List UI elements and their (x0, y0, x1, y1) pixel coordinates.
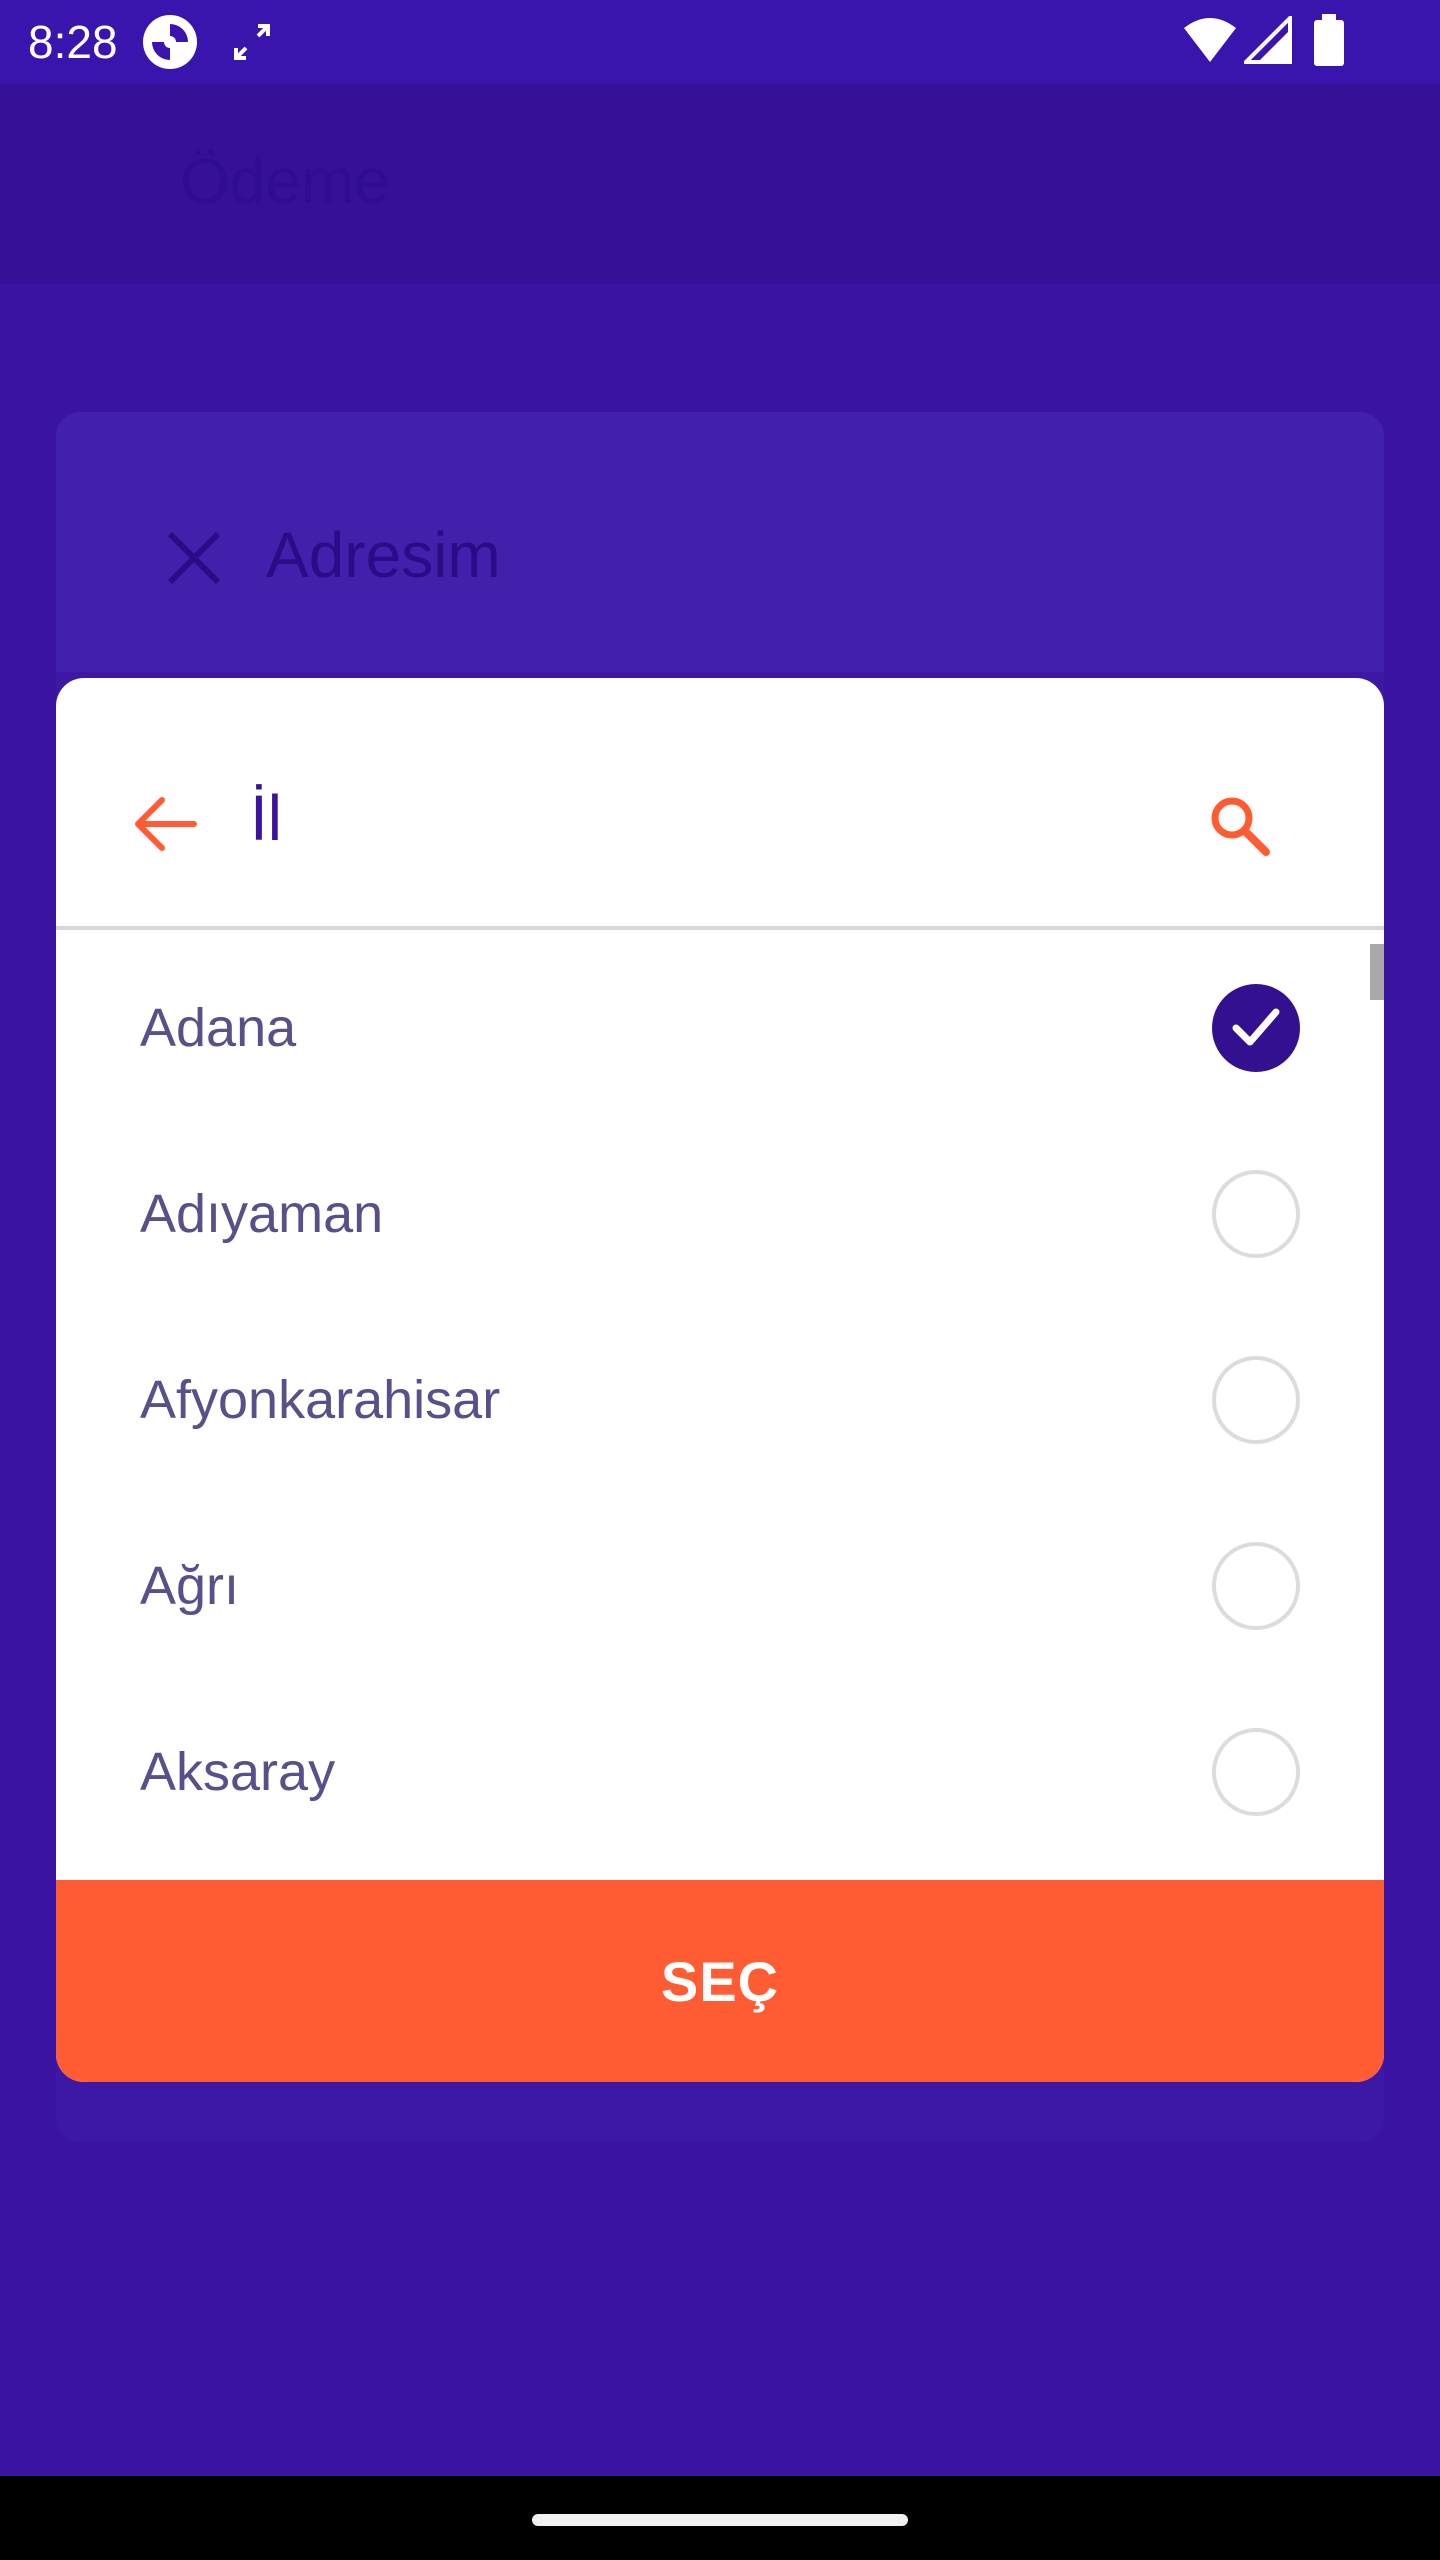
province-picker-dialog: İl Adana Adıyaman Afyonkarahisar Ağrı Ak… (56, 678, 1384, 2082)
search-icon[interactable] (1208, 794, 1272, 858)
close-icon (167, 531, 221, 585)
app-icon (143, 15, 197, 69)
back-arrow-icon[interactable] (132, 794, 198, 854)
list-item-label: Adana (140, 998, 297, 1058)
checked-radio[interactable] (1212, 984, 1300, 1072)
list-item-label: Aksaray (140, 1742, 336, 1802)
list-item[interactable]: Ağrı (56, 1492, 1384, 1678)
list-item-label: Adıyaman (140, 1184, 384, 1244)
unchecked-radio[interactable] (1212, 1728, 1300, 1816)
signal-icon (1244, 16, 1292, 64)
select-button[interactable]: SEÇ (56, 1880, 1384, 2082)
list-item-label: Afyonkarahisar (140, 1370, 501, 1430)
list-item[interactable]: Adana (56, 934, 1384, 1120)
dialog-title: İl (250, 782, 282, 854)
home-handle[interactable] (532, 2514, 908, 2526)
navigation-bar (0, 2476, 1440, 2560)
status-time: 8:28 (28, 16, 118, 68)
status-bar: 8:28 (0, 0, 1440, 84)
screen-rotate-icon (234, 24, 270, 60)
dialog-header: İl (56, 678, 1384, 930)
list-item[interactable]: Afyonkarahisar (56, 1306, 1384, 1492)
unchecked-radio[interactable] (1212, 1170, 1300, 1258)
app-bar-title: Ödeme (180, 145, 390, 217)
list-item-label: Ağrı (140, 1556, 240, 1616)
address-card-header: Adresim (56, 412, 1384, 672)
unchecked-radio[interactable] (1212, 1542, 1300, 1630)
app-bar: Ödeme (0, 84, 1440, 284)
list-item[interactable]: Aksaray (56, 1678, 1384, 1864)
list-item[interactable]: Adıyaman (56, 1120, 1384, 1306)
address-card-title: Adresim (266, 519, 501, 591)
wifi-icon (1184, 18, 1236, 62)
checkmark-icon (1232, 1008, 1280, 1046)
battery-icon (1314, 14, 1344, 66)
unchecked-radio[interactable] (1212, 1356, 1300, 1444)
